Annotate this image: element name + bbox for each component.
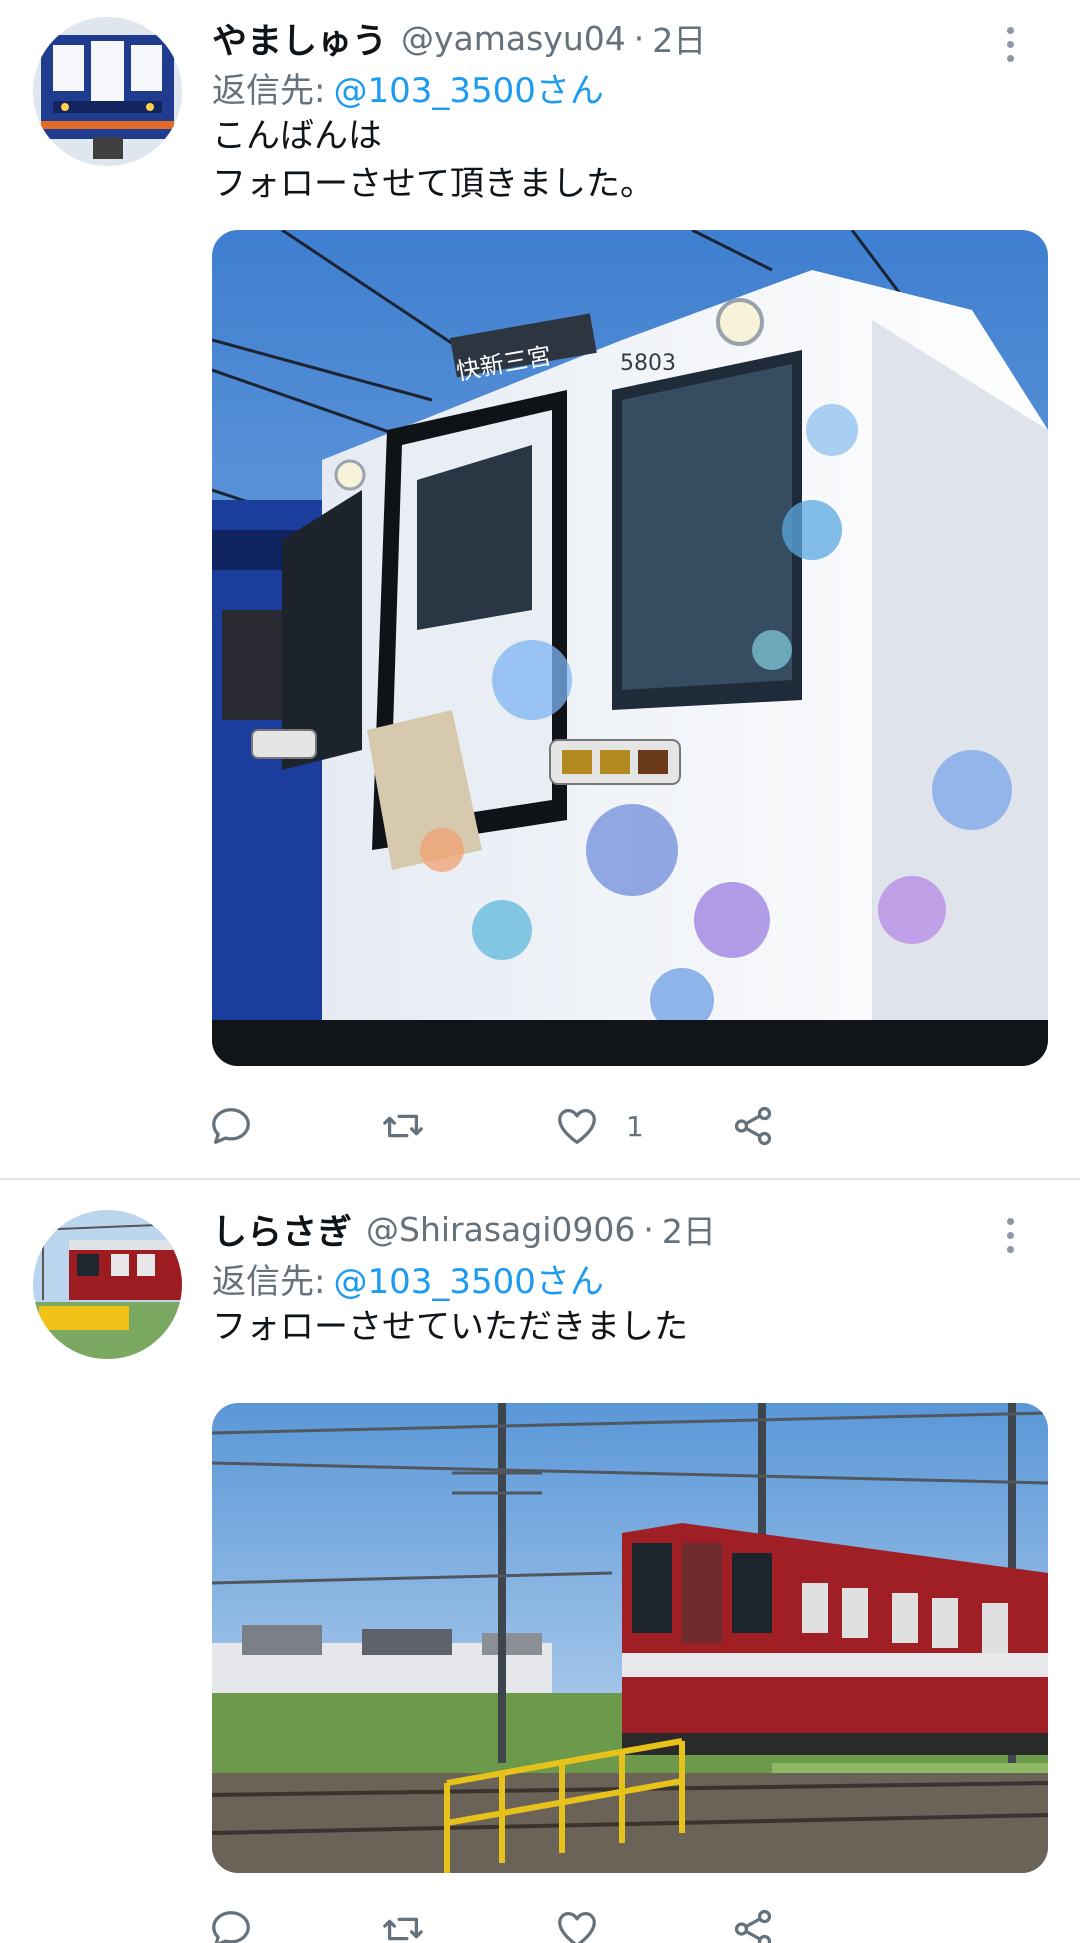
reply-label: 返信先: [212, 70, 326, 111]
tweet-media[interactable]: 快新三宮 5803 [212, 230, 1048, 1066]
tweet-text: フォローさせていただきました [212, 1307, 688, 1347]
avatar-train-image [33, 17, 182, 166]
action-bar: 1 [208, 1094, 968, 1158]
reply-target-link[interactable]: @103_3500さん [333, 1254, 603, 1303]
reply-button[interactable] [208, 1897, 254, 1943]
timestamp[interactable]: 2日 [652, 14, 706, 62]
retweet-button[interactable] [380, 1094, 426, 1158]
tweet-media[interactable] [212, 1403, 1048, 1873]
tweet[interactable]: やましゅう @yamasyu04 · 2日 返信先: @103_3500さん こ… [0, 0, 1080, 1180]
separator: · [643, 1209, 654, 1249]
reply-icon [212, 1911, 250, 1943]
author-handle[interactable]: @Shirasagi0906 [366, 1210, 635, 1249]
heart-icon [558, 1109, 596, 1144]
author-handle[interactable]: @yamasyu04 [401, 19, 626, 58]
reply-context: 返信先: @103_3500さん [212, 62, 1048, 112]
tweet[interactable]: しらさぎ @Shirasagi0906 · 2日 返信先: @103_3500さ… [0, 1180, 1080, 1943]
tweet-header: やましゅう @yamasyu04 · 2日 [212, 14, 1048, 62]
more-options-icon[interactable] [988, 14, 1032, 74]
like-count: 1 [626, 1109, 644, 1143]
action-bar [208, 1897, 968, 1943]
share-button[interactable] [730, 1094, 776, 1158]
retweet-icon [383, 1917, 423, 1941]
author-name[interactable]: しらさぎ [212, 1204, 352, 1255]
heart-icon [558, 1912, 596, 1943]
separator: · [633, 18, 645, 58]
retweet-icon [383, 1114, 423, 1138]
reply-button[interactable] [208, 1094, 254, 1158]
train-photo: 快新三宮 5803 [212, 230, 1048, 1066]
retweet-button[interactable] [380, 1897, 426, 1943]
tweet-header: しらさぎ @Shirasagi0906 · 2日 [212, 1205, 1048, 1253]
avatar-train-image [33, 1210, 182, 1359]
timestamp[interactable]: 2日 [662, 1205, 716, 1253]
reply-target-link[interactable]: @103_3500さん [333, 63, 603, 112]
reply-context: 返信先: @103_3500さん [212, 1253, 1048, 1303]
tweet-text: こんばんは フォローさせて頂きました。 [212, 116, 654, 204]
more-options-icon[interactable] [988, 1205, 1032, 1265]
share-icon [734, 1909, 772, 1943]
avatar[interactable] [33, 1210, 182, 1359]
share-icon [734, 1106, 772, 1146]
author-name[interactable]: やましゅう [212, 13, 387, 64]
like-button[interactable] [554, 1897, 626, 1943]
car-number: 5803 [620, 351, 676, 376]
train-photo [212, 1403, 1048, 1873]
reply-icon [212, 1108, 250, 1144]
avatar[interactable] [33, 17, 182, 166]
like-button[interactable]: 1 [554, 1094, 644, 1158]
reply-label: 返信先: [212, 1261, 326, 1302]
share-button[interactable] [730, 1897, 776, 1943]
